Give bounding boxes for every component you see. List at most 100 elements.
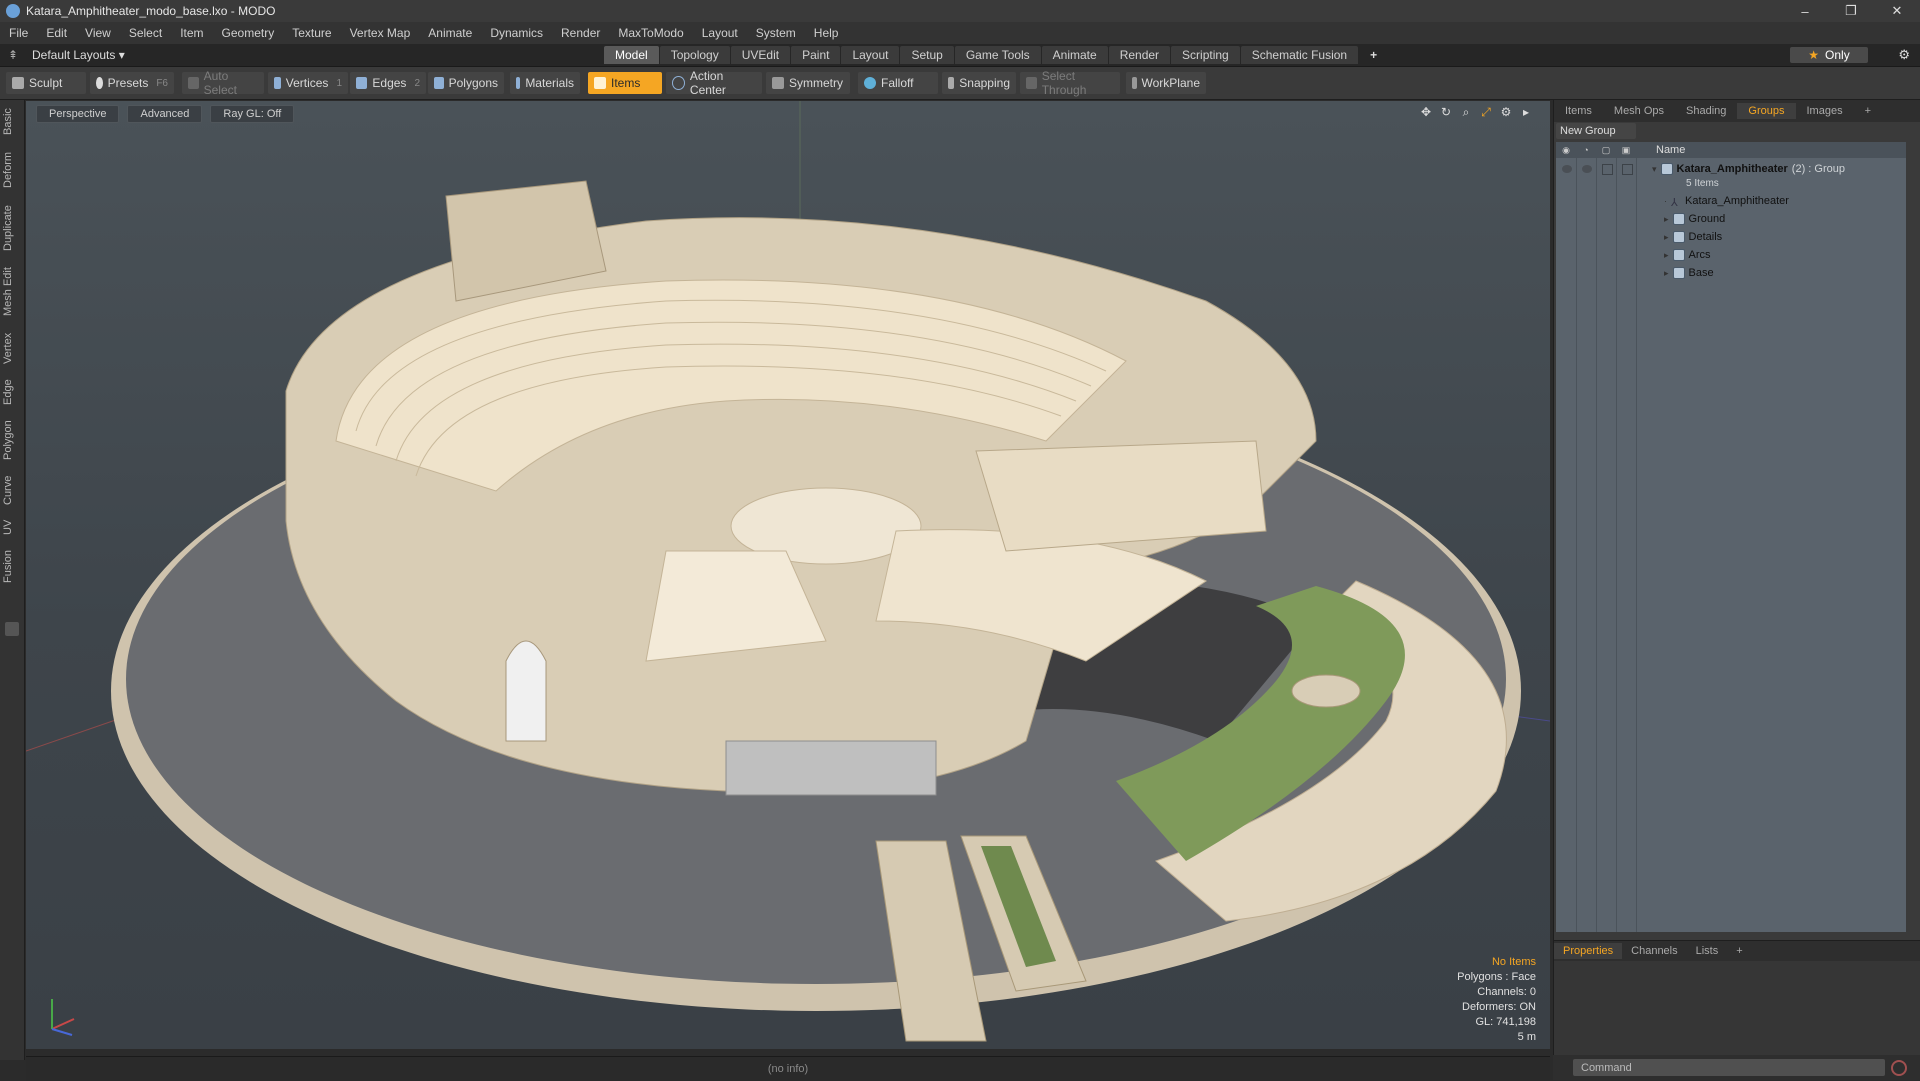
raygl-toggle[interactable]: Ray GL: Off [210, 105, 295, 123]
tab-properties[interactable]: Properties [1554, 943, 1623, 959]
tab-topology[interactable]: Topology [659, 46, 730, 64]
select-col-icon[interactable]: ▣ [1616, 145, 1636, 156]
sculpt-button[interactable]: Sculpt [6, 72, 86, 94]
list-item[interactable]: ▸ Details [1556, 228, 1906, 246]
left-tab-curve[interactable]: Curve [2, 470, 22, 510]
left-tab-fusion[interactable]: Fusion [2, 544, 22, 588]
tab-shading[interactable]: Shading [1675, 103, 1737, 119]
add-panel-tab-icon[interactable]: + [1854, 103, 1882, 119]
add-properties-tab-icon[interactable]: + [1727, 943, 1751, 959]
tab-lists[interactable]: Lists [1687, 943, 1728, 959]
presets-button[interactable]: Presets F6 [90, 72, 174, 94]
add-tab-icon[interactable]: + [1359, 46, 1388, 64]
zoom-icon[interactable]: ⌕ [1456, 105, 1476, 120]
menu-maxtomodo[interactable]: MaxToModo [609, 26, 692, 40]
auto-select-button[interactable]: Auto Select [182, 69, 264, 97]
list-item[interactable]: · ⅄ Katara_Amphitheater [1556, 192, 1906, 210]
menu-file[interactable]: File [0, 26, 37, 40]
restore-button[interactable]: ❐ [1828, 0, 1874, 22]
tab-groups[interactable]: Groups [1737, 103, 1796, 119]
menu-render[interactable]: Render [552, 26, 609, 40]
menu-edit[interactable]: Edit [37, 26, 76, 40]
select-through-button[interactable]: Select Through [1020, 69, 1120, 97]
tab-channels[interactable]: Channels [1622, 943, 1686, 959]
visibility-col-icon[interactable]: ◉ [1556, 145, 1576, 156]
close-button[interactable]: ✕ [1874, 0, 1920, 22]
list-item[interactable]: ▸ Arcs [1556, 246, 1906, 264]
symmetry-button[interactable]: Symmetry [766, 72, 850, 94]
layout-home-icon[interactable]: ⇞ [8, 48, 22, 62]
rotate-icon[interactable]: ↻ [1436, 105, 1456, 120]
gear-icon[interactable]: ⚙ [1898, 47, 1910, 63]
left-tab-vertex[interactable]: Vertex [2, 326, 22, 370]
tab-model[interactable]: Model [604, 46, 659, 64]
tab-scripting[interactable]: Scripting [1171, 46, 1240, 64]
tab-render[interactable]: Render [1108, 46, 1171, 64]
expand-panel-icon[interactable] [5, 622, 19, 636]
left-tab-duplicate[interactable]: Duplicate [2, 200, 22, 256]
left-tab-polygon[interactable]: Polygon [2, 414, 22, 466]
snapping-button[interactable]: Snapping [942, 72, 1016, 94]
pan-icon[interactable]: ✥ [1416, 105, 1436, 120]
falloff-button[interactable]: Falloff [858, 72, 938, 94]
menu-dynamics[interactable]: Dynamics [481, 26, 552, 40]
left-tab-edge[interactable]: Edge [2, 374, 22, 410]
left-tab-uv[interactable]: UV [2, 514, 22, 540]
menu-item[interactable]: Item [171, 26, 212, 40]
expand-icon[interactable]: ▸ [1664, 214, 1669, 225]
tab-paint[interactable]: Paint [791, 46, 841, 64]
materials-button[interactable]: Materials [510, 72, 580, 94]
layouts-dropdown[interactable]: ⇞ Default Layouts ▾ [8, 47, 125, 63]
tab-setup[interactable]: Setup [900, 46, 954, 64]
viewport-more-icon[interactable]: ▸ [1516, 105, 1536, 120]
eye-icon[interactable] [1562, 165, 1572, 173]
tab-animate[interactable]: Animate [1041, 46, 1108, 64]
shading-mode-dropdown[interactable]: Advanced [127, 105, 203, 123]
collapse-icon[interactable]: ▾ [1652, 164, 1657, 175]
menu-animate[interactable]: Animate [419, 26, 481, 40]
menu-select[interactable]: Select [120, 26, 171, 40]
command-input[interactable]: Command [1573, 1059, 1885, 1076]
only-toggle[interactable]: ★ Only [1790, 47, 1868, 63]
tab-schematic-fusion[interactable]: Schematic Fusion [1240, 46, 1359, 64]
expand-icon[interactable]: ▸ [1664, 232, 1669, 243]
menu-system[interactable]: System [747, 26, 805, 40]
left-tab-deform[interactable]: Deform [2, 146, 22, 194]
list-item[interactable]: ▸ Base [1556, 264, 1906, 282]
select-checkbox[interactable] [1622, 163, 1633, 175]
lock-col-icon[interactable]: ▢ [1596, 145, 1616, 156]
groups-list[interactable]: ◉ ◔ ▢ ▣ Name ▾ Katara_Amphitheater (2) :… [1556, 142, 1906, 932]
menu-layout[interactable]: Layout [693, 26, 747, 40]
left-tab-mesh-edit[interactable]: Mesh Edit [2, 262, 22, 322]
vertices-button[interactable]: Vertices 1 [268, 72, 348, 94]
polygons-button[interactable]: Polygons [428, 72, 504, 94]
tab-images[interactable]: Images [1796, 103, 1854, 119]
tab-items[interactable]: Items [1554, 103, 1603, 119]
lock-checkbox[interactable] [1602, 163, 1613, 175]
left-tab-basic[interactable]: Basic [2, 104, 22, 140]
fit-icon[interactable]: ⤢ [1476, 105, 1496, 120]
viewport-gear-icon[interactable]: ⚙ [1496, 105, 1516, 120]
items-button[interactable]: Items [588, 72, 662, 94]
menu-geometry[interactable]: Geometry [213, 26, 284, 40]
view-mode-dropdown[interactable]: Perspective [36, 105, 120, 123]
menu-texture[interactable]: Texture [283, 26, 340, 40]
tab-layout[interactable]: Layout [841, 46, 900, 64]
new-group-button[interactable]: New Group [1556, 123, 1636, 139]
tab-game-tools[interactable]: Game Tools [954, 46, 1041, 64]
command-history-icon[interactable] [1891, 1059, 1907, 1076]
edges-button[interactable]: Edges 2 [350, 72, 426, 94]
3d-viewport[interactable]: Perspective Advanced Ray GL: Off ✥ ↻ ⌕ ⤢… [26, 101, 1550, 1049]
menu-vertex-map[interactable]: Vertex Map [341, 26, 420, 40]
tab-uvedit[interactable]: UVEdit [730, 46, 791, 64]
name-column-header[interactable]: Name [1648, 144, 1685, 156]
action-center-button[interactable]: Action Center [666, 69, 762, 97]
menu-view[interactable]: View [76, 26, 120, 40]
expand-icon[interactable]: ▸ [1664, 268, 1669, 279]
groups-scrollbar[interactable] [1909, 142, 1919, 932]
list-item[interactable]: ▸ Ground [1556, 210, 1906, 228]
expand-icon[interactable]: ▸ [1664, 250, 1669, 261]
tab-mesh-ops[interactable]: Mesh Ops [1603, 103, 1675, 119]
render-icon[interactable] [1582, 165, 1592, 173]
render-col-icon[interactable]: ◔ [1576, 145, 1596, 156]
